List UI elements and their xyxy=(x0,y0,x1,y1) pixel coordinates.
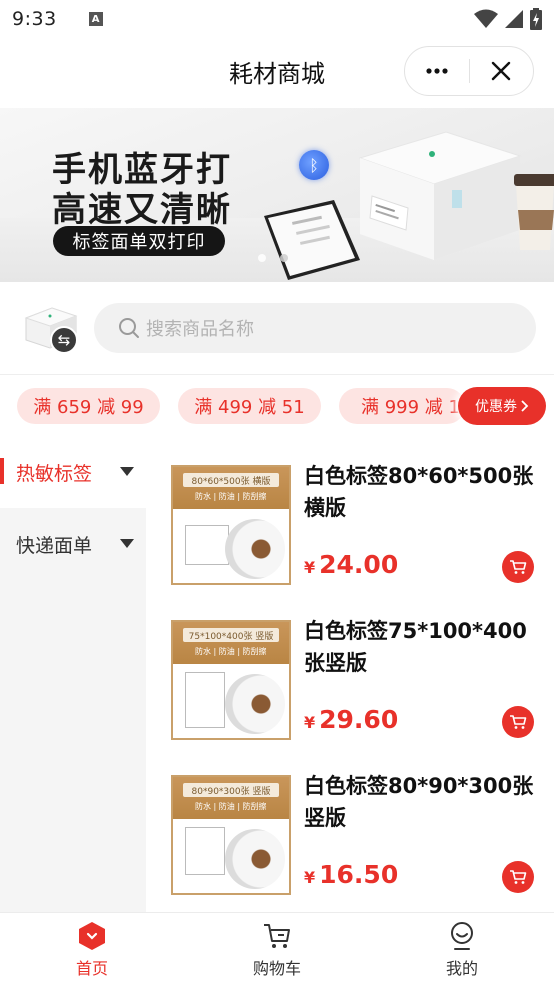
coupon-chip[interactable]: 满 999 减 1 xyxy=(339,388,465,424)
search-row: ⇆ 搜索商品名称 xyxy=(0,282,554,374)
cart-icon xyxy=(510,560,527,574)
product-image[interactable]: 80*60*500张 横版 防水 | 防油 | 防刮擦 xyxy=(171,465,291,585)
tab-profile[interactable]: 我的 xyxy=(370,913,554,984)
banner-headline-2: 高速又清晰 xyxy=(52,190,232,230)
product-price: ¥29.60 xyxy=(304,705,398,734)
promo-banner[interactable]: 手机蓝牙打 高速又清晰 标签面单双打印 ᛒ xyxy=(0,108,554,282)
chevron-right-icon xyxy=(521,400,529,412)
close-icon xyxy=(492,61,511,81)
product-title[interactable]: 白色标签80*90*300张竖版 xyxy=(304,770,536,834)
banner-pagination xyxy=(258,254,288,262)
tab-cart[interactable]: 购物车 xyxy=(185,913,369,984)
product-image-tag: 80*60*500张 横版 xyxy=(183,473,279,487)
currency-symbol: ¥ xyxy=(304,868,316,887)
banner-tagline: 标签面单双打印 xyxy=(53,226,225,256)
caret-down-icon xyxy=(120,539,134,548)
tab-label: 首页 xyxy=(75,959,108,978)
printer-illustration xyxy=(358,131,522,260)
product-image-tag: 75*100*400张 竖版 xyxy=(183,628,279,642)
product-image[interactable]: 75*100*400张 竖版 防水 | 防油 | 防刮擦 xyxy=(171,620,291,740)
caret-down-icon xyxy=(120,467,134,476)
product-title[interactable]: 白色标签75*100*400张竖版 xyxy=(304,615,536,679)
product-card[interactable]: 80*60*500张 横版 防水 | 防油 | 防刮擦 白色标签80*60*50… xyxy=(146,436,554,591)
price-value: 16.50 xyxy=(319,860,399,889)
bluetooth-icon: ᛒ xyxy=(299,150,329,180)
coupon-chip[interactable]: 满 659 减 99 xyxy=(17,388,160,424)
label-roll-graphic xyxy=(225,519,285,579)
status-time: 9:33 xyxy=(12,8,57,30)
currency-symbol: ¥ xyxy=(304,558,316,577)
category-label: 快递面单 xyxy=(16,534,93,557)
notification-icon: A xyxy=(88,12,103,26)
battery-icon xyxy=(530,8,542,30)
cart-icon xyxy=(510,715,527,729)
product-image-subtitle: 防水 | 防油 | 防刮擦 xyxy=(195,802,267,811)
cart-icon xyxy=(510,870,527,884)
add-to-cart-button[interactable] xyxy=(502,706,534,738)
coupon-chip[interactable]: 满 499 减 51 xyxy=(178,388,321,424)
all-coupons-label: 优惠券 xyxy=(475,399,517,415)
product-card[interactable]: 80*90*300张 竖版 防水 | 防油 | 防刮擦 白色标签80*90*30… xyxy=(146,746,554,901)
product-image-tag: 80*90*300张 竖版 xyxy=(183,783,279,797)
search-input[interactable]: 搜索商品名称 xyxy=(94,303,536,353)
product-title[interactable]: 白色标签80*60*500张横版 xyxy=(304,460,536,524)
label-roll-graphic xyxy=(225,829,285,889)
bottom-tab-bar: 首页 购物车 我的 xyxy=(0,912,554,984)
signal-icon xyxy=(505,10,523,28)
search-placeholder: 搜索商品名称 xyxy=(146,319,254,340)
currency-symbol: ¥ xyxy=(304,713,316,732)
tab-label: 购物车 xyxy=(252,959,301,978)
tab-label: 我的 xyxy=(445,959,478,978)
label-sheet-graphic xyxy=(185,525,229,565)
switch-device-icon[interactable]: ⇆ xyxy=(50,326,78,354)
profile-icon xyxy=(451,922,473,950)
more-dots-icon xyxy=(426,68,448,74)
category-sidebar: 热敏标签 快递面单 xyxy=(0,436,146,914)
status-indicators xyxy=(474,8,542,30)
label-sheet-graphic xyxy=(185,827,225,875)
all-coupons-button[interactable]: 优惠券 xyxy=(458,387,546,425)
product-card[interactable]: 75*100*400张 竖版 防水 | 防油 | 防刮擦 白色标签75*100*… xyxy=(146,591,554,746)
banner-dot-active xyxy=(258,254,266,262)
add-to-cart-button[interactable] xyxy=(502,551,534,583)
header: 耗材商城 xyxy=(0,38,554,104)
wifi-icon xyxy=(474,9,498,28)
more-button[interactable] xyxy=(405,46,469,96)
add-to-cart-button[interactable] xyxy=(502,861,534,893)
category-label: 热敏标签 xyxy=(16,462,93,485)
coffee-cup-illustration xyxy=(514,174,554,250)
search-icon xyxy=(119,318,139,338)
price-value: 29.60 xyxy=(319,705,399,734)
product-image[interactable]: 80*90*300张 竖版 防水 | 防油 | 防刮擦 xyxy=(171,775,291,895)
product-price: ¥24.00 xyxy=(304,550,398,579)
status-bar: 9:33 A xyxy=(0,0,554,38)
product-image-subtitle: 防水 | 防油 | 防刮擦 xyxy=(195,492,267,501)
mini-program-capsule xyxy=(404,46,534,96)
coupon-strip: 满 659 减 99 满 499 减 51 满 999 减 1 优惠券 xyxy=(0,374,554,436)
price-value: 24.00 xyxy=(319,550,399,579)
close-button[interactable] xyxy=(470,46,533,96)
cart-icon xyxy=(264,924,290,948)
home-icon xyxy=(79,922,105,950)
category-item-express-waybill[interactable]: 快递面单 xyxy=(0,508,146,580)
label-roll-graphic xyxy=(225,674,285,734)
banner-dot xyxy=(280,254,288,262)
tab-home[interactable]: 首页 xyxy=(0,913,184,984)
category-item-thermal-labels[interactable]: 热敏标签 xyxy=(0,436,146,508)
label-sheet-graphic xyxy=(185,672,225,728)
product-image-subtitle: 防水 | 防油 | 防刮擦 xyxy=(195,647,267,656)
product-price: ¥16.50 xyxy=(304,860,398,889)
